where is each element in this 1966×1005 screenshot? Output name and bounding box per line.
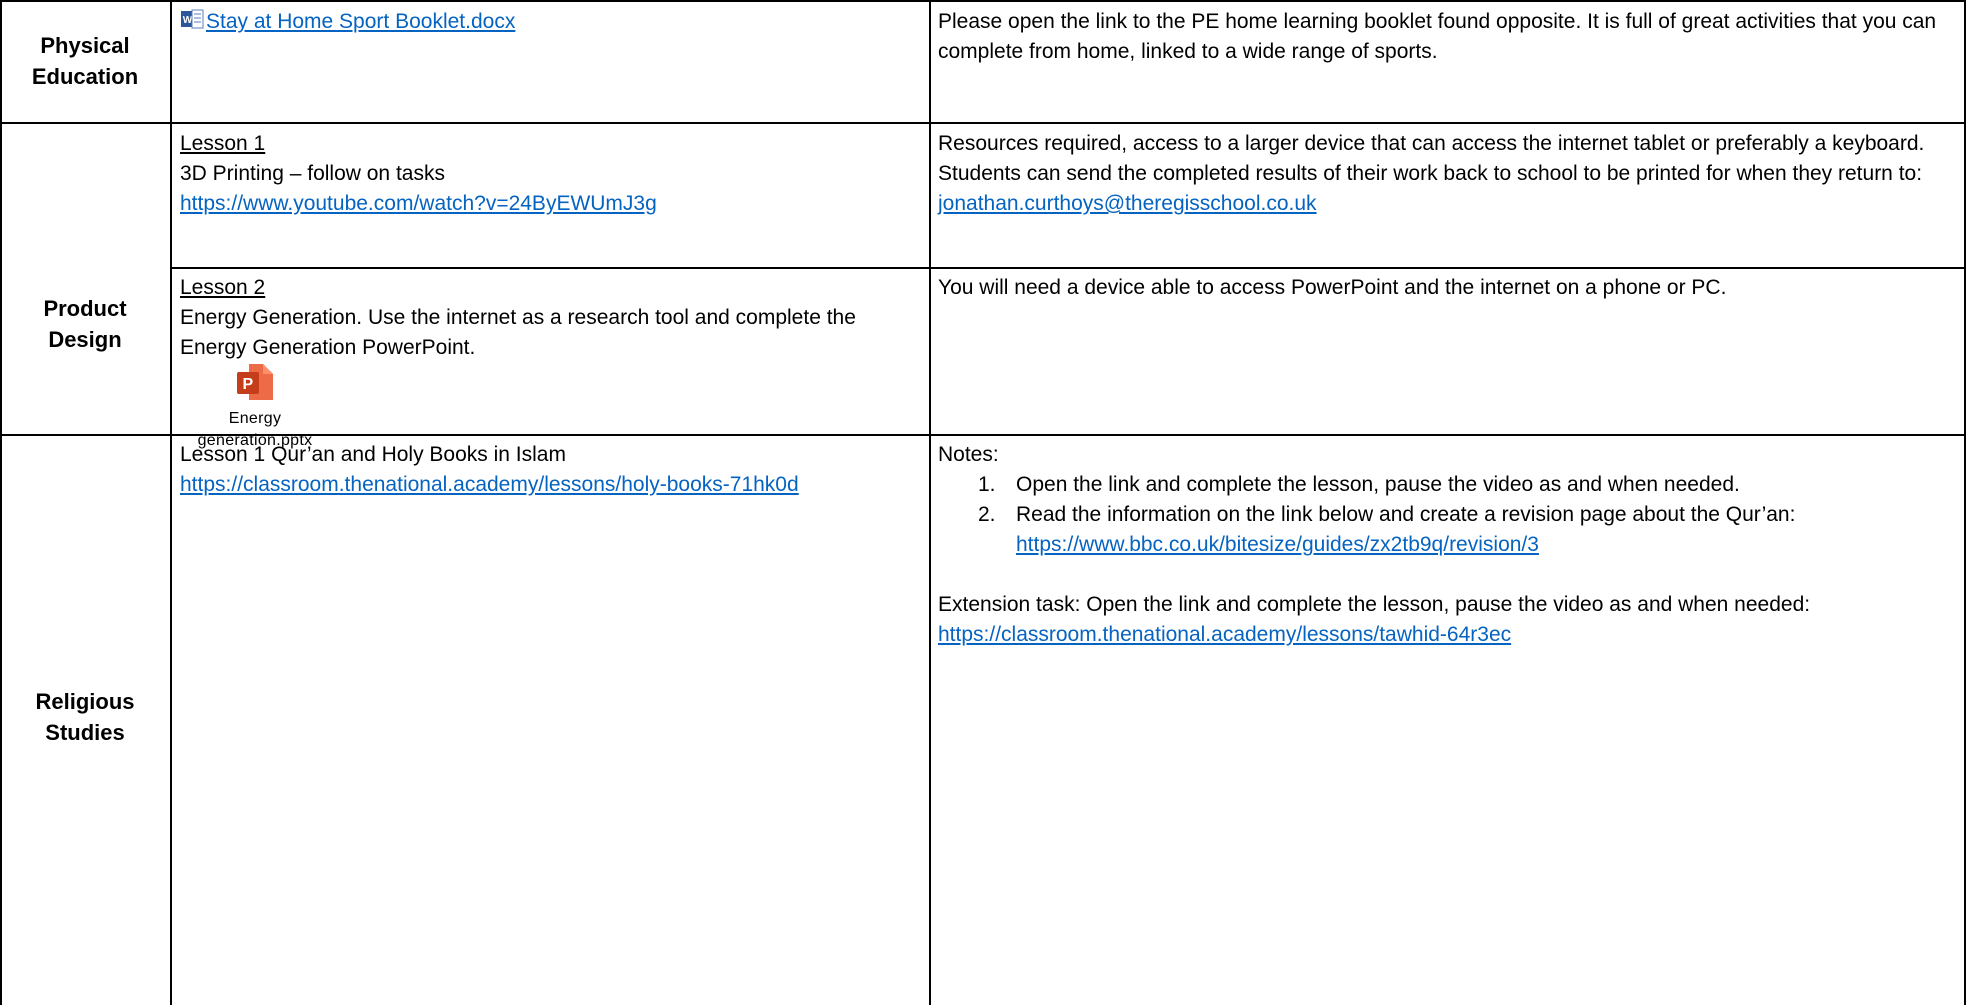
subject-line: Physical xyxy=(40,33,130,58)
notes-heading: Notes: xyxy=(938,443,999,466)
holy-books-link[interactable]: https://classroom.thenational.academy/le… xyxy=(180,473,799,496)
tawhid-link[interactable]: https://classroom.thenational.academy/le… xyxy=(938,623,1511,646)
pd-lesson2-notes: You will need a device able to access Po… xyxy=(938,276,1727,299)
table-border xyxy=(0,122,1966,124)
email-link[interactable]: jonathan.curthoys@theregisschool.co.uk xyxy=(938,192,1317,215)
notes-text: Resources required, access to a larger d… xyxy=(938,132,1925,185)
list-text: Read the information on the link below a… xyxy=(1016,503,1796,526)
subject-line: Religious xyxy=(35,689,135,714)
table-border xyxy=(0,0,2,1005)
lesson-text: 3D Printing – follow on tasks xyxy=(180,162,445,185)
pptx-attachment[interactable]: P Energy generation.pptx xyxy=(160,362,350,452)
table-border xyxy=(0,0,1966,2)
lesson-heading: Lesson 2 xyxy=(180,276,266,299)
youtube-link[interactable]: https://www.youtube.com/watch?v=24ByEWUm… xyxy=(180,192,657,215)
subject-line: Studies xyxy=(45,720,125,745)
subject-line: Design xyxy=(48,327,122,352)
list-item: 2. Read the information on the link belo… xyxy=(938,500,1960,560)
booklet-link[interactable]: Stay at Home Sport Booklet.docx xyxy=(206,10,515,33)
rs-lesson-cell: Lesson 1 Qur’an and Holy Books in Islam … xyxy=(180,440,920,500)
attachment-name: Energy xyxy=(228,410,282,427)
powerpoint-icon: P xyxy=(237,364,273,400)
subject-label: Religious Studies xyxy=(0,686,170,748)
word-doc-icon: W xyxy=(181,9,204,29)
list-item: 1. Open the link and complete the lesson… xyxy=(938,470,1960,500)
pd-lesson2-cell: Lesson 2 Energy Generation. Use the inte… xyxy=(180,273,920,363)
lesson-text: Energy Generation. Use the internet as a… xyxy=(180,306,856,359)
table-border xyxy=(929,0,931,1005)
rs-notes-cell: Notes: 1. Open the link and complete the… xyxy=(938,440,1960,650)
table-border xyxy=(170,0,172,1005)
list-number: 1. xyxy=(978,473,996,496)
lesson-text: Lesson 1 Qur’an and Holy Books in Islam xyxy=(180,443,566,466)
subject-label: Product Design xyxy=(0,293,170,355)
table-border xyxy=(170,267,1966,269)
svg-text:W: W xyxy=(183,15,193,26)
pe-resource-cell: W Stay at Home Sport Booklet.docx xyxy=(180,7,920,37)
subject-line: Education xyxy=(31,64,139,89)
svg-text:P: P xyxy=(243,376,254,393)
lessons-table: Physical Education W Stay at Home Sport … xyxy=(0,0,1966,1005)
list-number: 2. xyxy=(978,503,996,526)
pd-lesson1-notes: Resources required, access to a larger d… xyxy=(938,129,1958,219)
list-text: Open the link and complete the lesson, p… xyxy=(1016,473,1740,496)
pe-notes: Please open the link to the PE home lear… xyxy=(938,10,1937,63)
subject-label: Physical Education xyxy=(0,30,170,92)
extension-text: Extension task: Open the link and comple… xyxy=(938,593,1811,616)
subject-line: Product xyxy=(43,296,127,321)
lesson-heading: Lesson 1 xyxy=(180,132,266,155)
notes-list: 1. Open the link and complete the lesson… xyxy=(938,470,1960,560)
pd-lesson1-cell: Lesson 1 3D Printing – follow on tasks h… xyxy=(180,129,920,219)
bitesize-link[interactable]: https://www.bbc.co.uk/bitesize/guides/zx… xyxy=(1016,530,1960,560)
